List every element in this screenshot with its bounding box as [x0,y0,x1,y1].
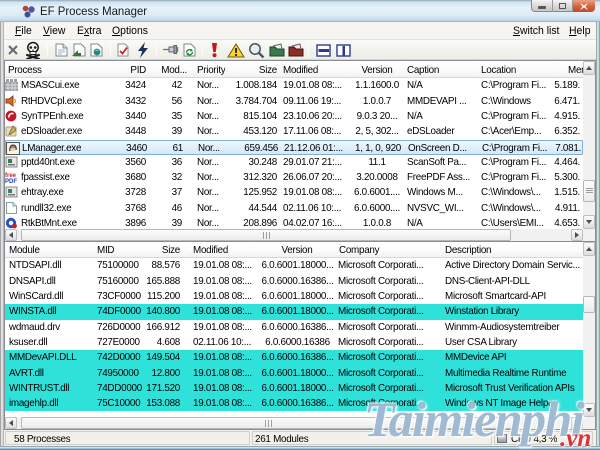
svg-text:PDF: PDF [5,179,17,184]
